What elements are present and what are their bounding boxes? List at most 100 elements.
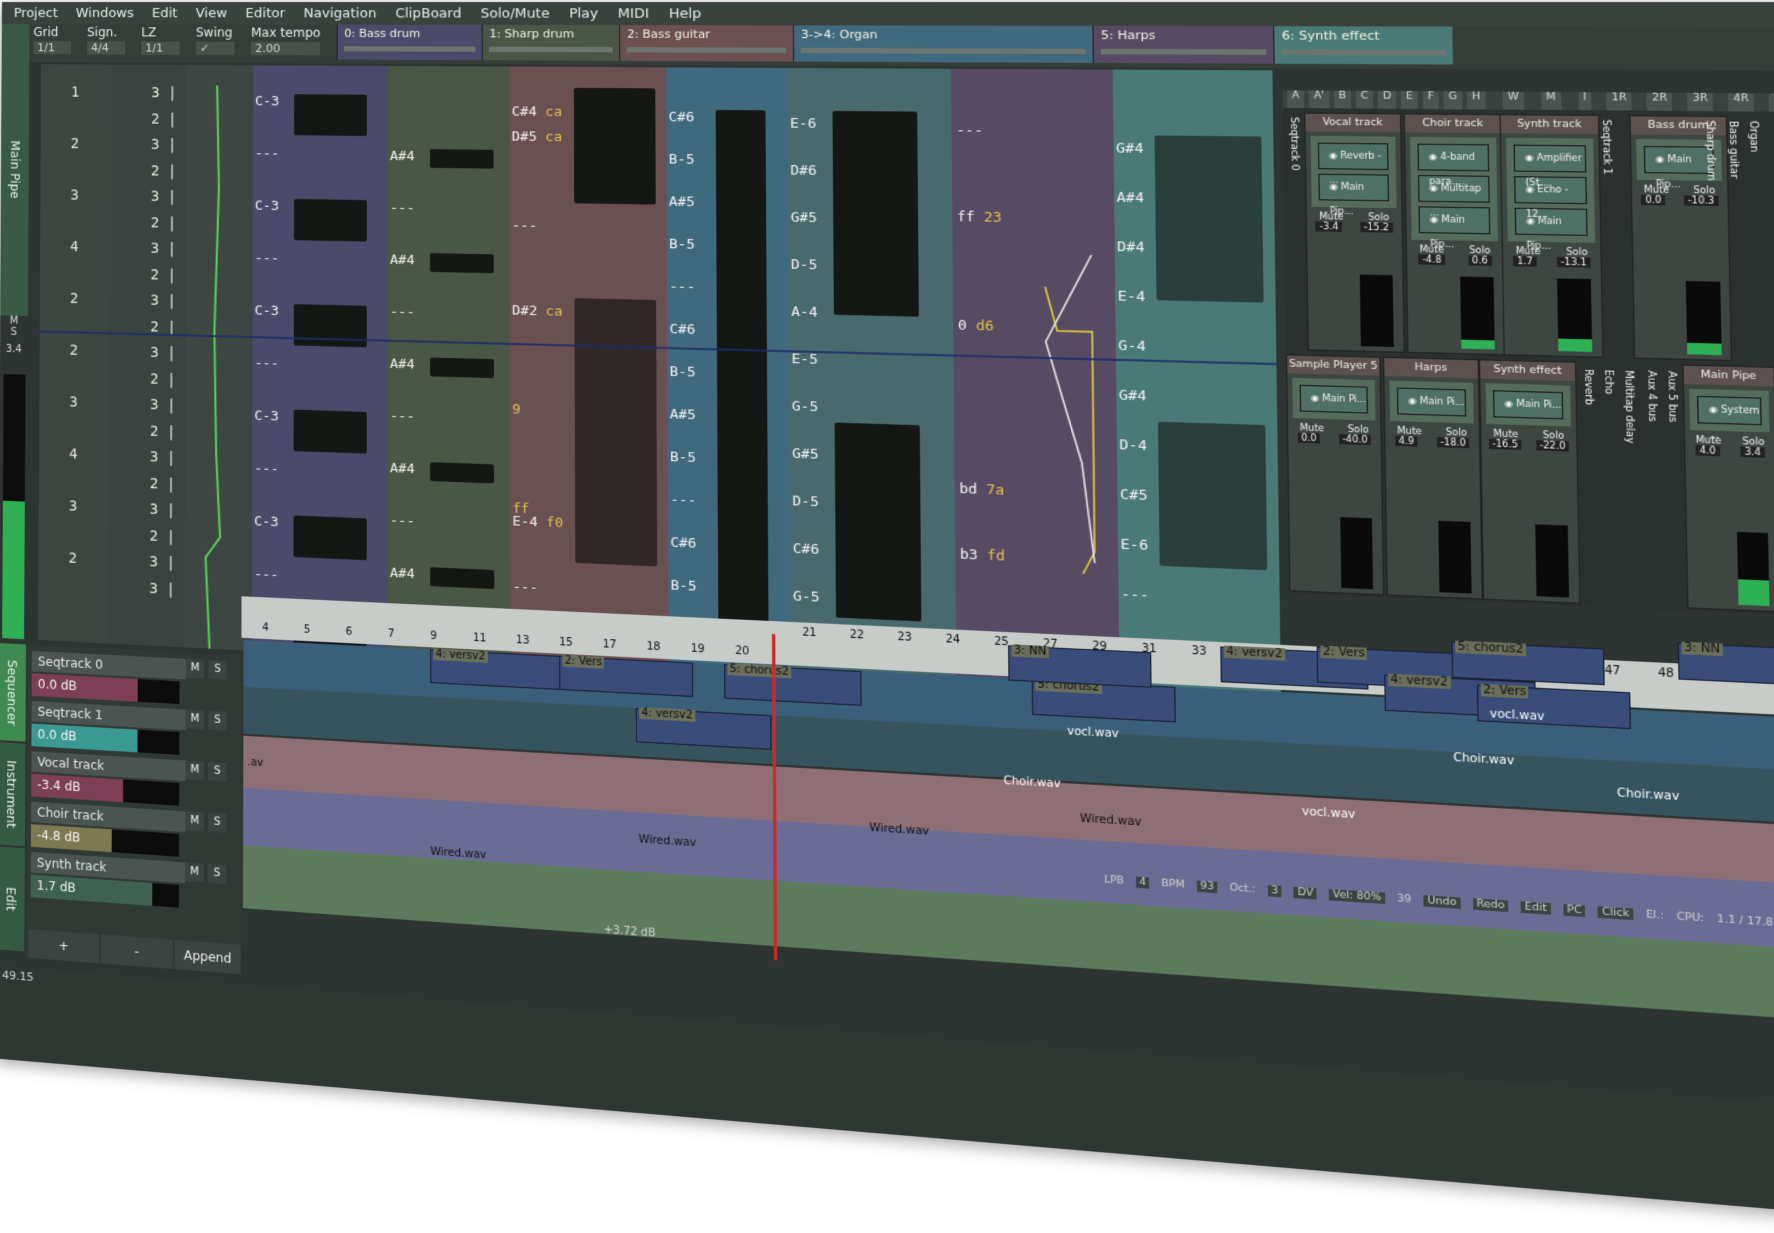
- sequencer-block[interactable]: 3: NN: [1008, 645, 1152, 687]
- plugin-slot[interactable]: ◉ Reverb - ...: [1318, 143, 1389, 170]
- redo-button[interactable]: Redo: [1473, 898, 1509, 912]
- organ-note[interactable]: E-5: [791, 351, 817, 368]
- plugin-slot[interactable]: ◉ Multitap ...: [1418, 175, 1490, 203]
- mixer-tab-E[interactable]: E: [1401, 91, 1418, 109]
- synth-effect-note[interactable]: G#4: [1119, 387, 1147, 404]
- menu-item-navigation[interactable]: Navigation: [304, 6, 377, 21]
- harps-note[interactable]: b3 fd: [960, 547, 1005, 565]
- dv-button[interactable]: DV: [1294, 887, 1317, 900]
- menu-item-windows[interactable]: Windows: [76, 6, 134, 21]
- bass-drum-note[interactable]: C-3: [254, 408, 278, 424]
- sharp-drum-column[interactable]: A#4---A#4---A#4---A#4---A#4---: [388, 66, 511, 664]
- organ-note[interactable]: B-5: [670, 364, 696, 381]
- sequencer-tab[interactable]: Sequencer: [0, 643, 26, 742]
- track-header-4[interactable]: 5: Harps: [1093, 26, 1274, 64]
- track-mute-button[interactable]: M: [185, 862, 204, 882]
- pattern-editor[interactable]: 1234223432 3 |2 |3 |2 |3 |2 |3 |2 |3 |2 …: [38, 64, 1281, 703]
- mixer-tab-A[interactable]: A: [1287, 90, 1304, 108]
- menu-item-edit[interactable]: Edit: [152, 6, 178, 21]
- synth-effect-note[interactable]: D#4: [1117, 239, 1145, 256]
- bass-guitar-note[interactable]: 9: [512, 402, 520, 418]
- click-button[interactable]: Click: [1598, 906, 1633, 920]
- lpb-value[interactable]: 4: [1136, 877, 1150, 889]
- organ-note[interactable]: D-5: [791, 257, 817, 274]
- volume-value[interactable]: 1.7: [1513, 256, 1536, 267]
- organ-note[interactable]: C#6: [793, 541, 820, 558]
- harps-note[interactable]: bd 7a: [959, 481, 1004, 499]
- organ-note[interactable]: B-5: [669, 237, 695, 253]
- bass-guitar-note[interactable]: ---: [512, 218, 537, 234]
- bottom-strip-1[interactable]: Harps◉ Main Pi...MuteSolo4.9-18.0: [1383, 357, 1483, 600]
- track-solo-button[interactable]: S: [208, 762, 227, 782]
- bass-guitar-note[interactable]: D#5 ca: [512, 129, 562, 145]
- organ-note[interactable]: A#5: [669, 194, 695, 210]
- swing-checkbox[interactable]: ✓: [196, 42, 235, 55]
- add-track-button[interactable]: +: [28, 929, 99, 963]
- synth-effect-note[interactable]: A#4: [1116, 190, 1144, 207]
- synth-effect-column[interactable]: G#4A#4D#4E-4G-4G#4D-4C#5E-6---: [1113, 70, 1281, 704]
- edit-tab[interactable]: Edit: [0, 846, 25, 951]
- bpm-value[interactable]: 93: [1197, 881, 1218, 894]
- menu-item-clipboard[interactable]: ClipBoard: [395, 6, 461, 22]
- mixer-tab-F[interactable]: F: [1423, 91, 1439, 109]
- pan-value[interactable]: -13.1: [1557, 257, 1591, 268]
- track-header-3[interactable]: 3->4: Organ: [793, 25, 1093, 63]
- menu-item-midi[interactable]: MIDI: [618, 6, 649, 22]
- mixer-tab-B[interactable]: B: [1334, 91, 1351, 109]
- bass-guitar-note[interactable]: E-4 f0: [512, 514, 563, 532]
- sharp-drum-note[interactable]: ---: [390, 200, 415, 216]
- plugin-slot[interactable]: ◉ Echo - 12...: [1514, 176, 1587, 204]
- append-track-button[interactable]: Append: [175, 940, 241, 974]
- main-pipe-mute-button[interactable]: M: [2, 315, 26, 327]
- plugin-slot[interactable]: ◉ Main Pi...: [1300, 385, 1368, 414]
- pan-value[interactable]: 3.4: [1740, 447, 1764, 458]
- organ-column-b[interactable]: E-6D#6G#5D-5A-4E-5G-5G#5D-5C#6G-5: [787, 68, 956, 687]
- bass-drum-note[interactable]: ---: [255, 251, 279, 267]
- track-header-volume-bar[interactable]: [490, 47, 614, 53]
- bass-drum-note[interactable]: ---: [254, 567, 278, 584]
- swing-control[interactable]: Swing ✓: [192, 24, 239, 56]
- mixer-tab-H[interactable]: H: [1467, 91, 1486, 109]
- organ-note[interactable]: G-5: [793, 588, 820, 605]
- main-pipe-solo-button[interactable]: S: [2, 326, 26, 338]
- pan-value[interactable]: 0.6: [1468, 255, 1491, 266]
- track-solo-button[interactable]: S: [208, 711, 227, 731]
- menu-item-view[interactable]: View: [196, 6, 227, 21]
- mixer-mode-M[interactable]: M: [1541, 92, 1561, 110]
- top-strip-2[interactable]: Synth track◉ Amplifier (St...◉ Echo - 12…: [1499, 114, 1603, 358]
- volume-value[interactable]: -4.8: [1419, 254, 1446, 265]
- volume-value[interactable]: -3.4: [1316, 221, 1342, 231]
- synth-effect-note[interactable]: D-4: [1119, 437, 1147, 454]
- bass-guitar-column[interactable]: C#4 caD#5 ca--- D#2 ca 9 ffE-4 f0---: [509, 67, 668, 673]
- organ-note[interactable]: G-5: [792, 399, 818, 416]
- mixer-tab-D[interactable]: D: [1378, 91, 1396, 109]
- organ-note[interactable]: B-5: [670, 578, 696, 595]
- signature-control[interactable]: Sign. 4/4: [83, 24, 129, 55]
- mixer-mode-I[interactable]: I: [1578, 92, 1592, 110]
- organ-note[interactable]: ---: [670, 492, 696, 509]
- volume-value[interactable]: -16.5: [1488, 439, 1521, 450]
- pan-value[interactable]: -22.0: [1536, 440, 1570, 451]
- top-strip-0[interactable]: Vocal track◉ Reverb - ...◉ Main Pip...Mu…: [1304, 113, 1405, 353]
- track-header-1[interactable]: 1: Sharp drum: [482, 25, 620, 61]
- harps-note[interactable]: ff 23: [957, 209, 1002, 226]
- bass-guitar-note[interactable]: C#4 ca: [512, 104, 562, 120]
- grid-value[interactable]: 1/1: [33, 41, 71, 54]
- track-header-volume-bar[interactable]: [1282, 49, 1446, 55]
- plugin-slot[interactable]: ◉ Main Pi...: [1397, 387, 1466, 416]
- undo-button[interactable]: Undo: [1424, 895, 1461, 909]
- organ-note[interactable]: A#5: [670, 407, 696, 424]
- audio-clip-label[interactable]: .av: [247, 757, 263, 769]
- sharp-drum-note[interactable]: ---: [390, 513, 415, 530]
- octave-value[interactable]: 3: [1267, 885, 1281, 897]
- volume-value[interactable]: 0.0: [1641, 195, 1665, 206]
- top-strip-1[interactable]: Choir track◉ 4-band para...◉ Multitap ..…: [1404, 113, 1507, 355]
- mixer-mode-W[interactable]: W: [1503, 92, 1524, 110]
- remove-track-button[interactable]: -: [101, 934, 173, 969]
- plugin-slot[interactable]: ◉ 4-band para...: [1417, 144, 1489, 172]
- organ-note[interactable]: B-5: [669, 152, 695, 168]
- track-mute-button[interactable]: M: [186, 659, 205, 679]
- track-header-volume-bar[interactable]: [1101, 49, 1266, 55]
- volume-value[interactable]: 4.0: [1696, 445, 1720, 456]
- bass-drum-note[interactable]: C-3: [255, 198, 279, 214]
